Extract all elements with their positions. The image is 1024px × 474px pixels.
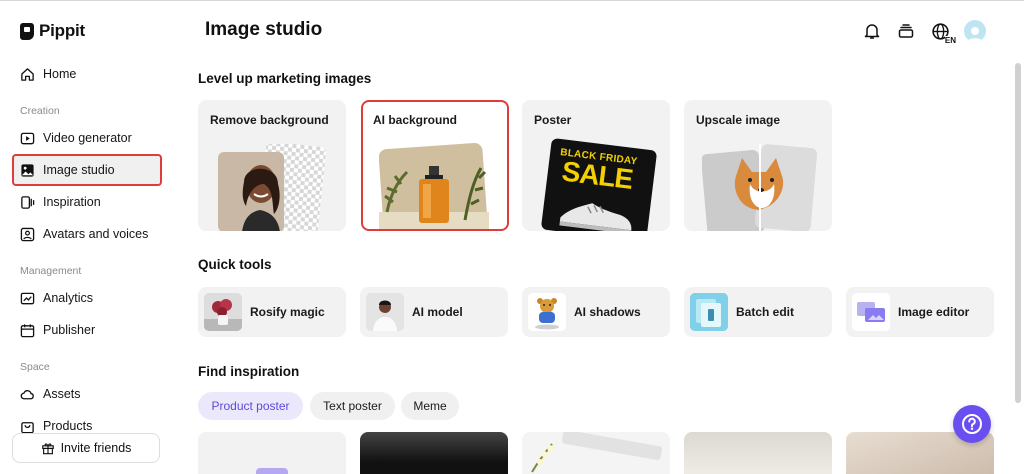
pippit-logo-icon — [20, 22, 34, 40]
sidebar-item-avatars-and-voices[interactable]: Avatars and voices — [12, 219, 162, 249]
tool-label: AI shadows — [574, 305, 641, 319]
image-editor-thumbnail — [852, 293, 890, 331]
inspiration-card[interactable] — [522, 432, 670, 474]
sidebar-item-label: Assets — [43, 387, 81, 401]
page-title: Image studio — [205, 19, 323, 40]
sneaker-icon — [559, 203, 632, 231]
bell-icon — [864, 24, 880, 39]
inspiration-card[interactable] — [684, 432, 832, 474]
sidebar-item-assets[interactable]: Assets — [12, 379, 162, 409]
sidebar-item-inspiration[interactable]: Inspiration — [12, 187, 162, 217]
section-label-creation: Creation — [20, 105, 60, 117]
ai-background-illustration — [379, 143, 489, 229]
pippit-logo[interactable]: Pippit — [20, 21, 85, 41]
chip-product-poster[interactable]: Product poster — [198, 392, 303, 420]
invite-friends-label: Invite friends — [60, 441, 132, 455]
app-name: Pippit — [39, 21, 86, 40]
chip-text-poster[interactable]: Text poster — [310, 392, 395, 420]
home-icon — [21, 67, 34, 81]
sidebar-item-label: Home — [43, 67, 77, 81]
invite-friends-button[interactable]: Invite friends — [12, 433, 160, 463]
feature-card-label: Poster — [534, 113, 572, 127]
subscription-button[interactable] — [896, 21, 916, 41]
calendar-icon — [20, 323, 35, 337]
stack-icon — [898, 24, 914, 38]
sidebar-item-label: Video generator — [43, 131, 132, 145]
remove-background-illustration — [218, 144, 326, 231]
inspiration-icon — [21, 195, 35, 209]
sidebar-item-label: Inspiration — [43, 195, 101, 209]
feature-card-ai-background[interactable]: AI background — [361, 100, 509, 231]
tool-card-rosify-magic[interactable]: Rosify magic — [198, 287, 346, 337]
tool-label: Batch edit — [736, 305, 795, 319]
header-actions: EN — [862, 20, 986, 45]
inspiration-thumbnail — [531, 432, 662, 473]
section-title-level-up: Level up marketing images — [198, 71, 372, 86]
sidebar-item-label: Image studio — [43, 163, 115, 177]
language-button[interactable]: EN — [930, 21, 956, 45]
chip-meme[interactable]: Meme — [401, 392, 459, 420]
feature-card-poster[interactable]: Poster BLACK FRIDAY SALE — [522, 100, 670, 231]
feature-card-label: Remove background — [210, 113, 329, 127]
section-label-management: Management — [20, 265, 82, 277]
sidebar-item-analytics[interactable]: Analytics — [12, 283, 162, 313]
batch-edit-thumbnail — [690, 293, 728, 331]
poster-illustration: BLACK FRIDAY SALE — [540, 137, 658, 231]
image-studio-icon — [21, 163, 34, 177]
sidebar-item-label: Products — [43, 419, 93, 433]
section-label-space: Space — [20, 361, 50, 373]
section-title-quick-tools: Quick tools — [198, 257, 272, 272]
tool-label: Rosify magic — [250, 305, 325, 319]
gift-icon — [41, 443, 54, 455]
notifications-button[interactable] — [862, 21, 882, 41]
feature-card-remove-background[interactable]: Remove background — [198, 100, 346, 231]
help-button[interactable] — [953, 405, 991, 443]
sidebar-item-home[interactable]: Home — [12, 59, 162, 89]
bag-icon — [21, 421, 34, 433]
cloud-icon — [20, 389, 34, 399]
scrollbar[interactable] — [1015, 63, 1021, 403]
avatar-icon — [20, 227, 35, 241]
sidebar-item-label: Avatars and voices — [43, 227, 149, 241]
ai-shadows-thumbnail — [528, 293, 566, 331]
question-icon — [962, 414, 982, 434]
sidebar-item-video-generator[interactable]: Video generator — [12, 123, 162, 153]
tool-card-ai-model[interactable]: AI model — [360, 287, 508, 337]
feature-card-label: AI background — [373, 113, 458, 127]
feature-card-label: Upscale image — [696, 113, 781, 127]
upscale-image-illustration — [702, 144, 818, 231]
sidebar: Pippit Home Creation Video generator Ima… — [0, 1, 172, 474]
tool-card-image-editor[interactable]: Image editor — [846, 287, 994, 337]
inspiration-card[interactable] — [198, 432, 346, 474]
user-silhouette-icon — [967, 27, 983, 42]
rosify-magic-thumbnail — [204, 293, 242, 331]
avatar[interactable] — [964, 20, 986, 42]
analytics-icon — [20, 292, 35, 304]
inspiration-placeholder-icon — [256, 468, 288, 474]
language-code: EN — [944, 36, 956, 45]
feature-card-upscale-image[interactable]: Upscale image — [684, 100, 832, 231]
tool-card-batch-edit[interactable]: Batch edit — [684, 287, 832, 337]
sidebar-item-publisher[interactable]: Publisher — [12, 315, 162, 345]
tool-card-ai-shadows[interactable]: AI shadows — [522, 287, 670, 337]
inspiration-card[interactable] — [360, 432, 508, 474]
sidebar-item-image-studio[interactable]: Image studio — [12, 154, 162, 186]
ai-model-thumbnail — [366, 293, 404, 331]
video-generator-icon — [20, 132, 35, 144]
tool-label: AI model — [412, 305, 463, 319]
section-title-find-inspiration: Find inspiration — [198, 364, 300, 379]
sidebar-item-label: Analytics — [43, 291, 94, 305]
sidebar-item-label: Publisher — [43, 323, 96, 337]
tool-label: Image editor — [898, 305, 970, 319]
